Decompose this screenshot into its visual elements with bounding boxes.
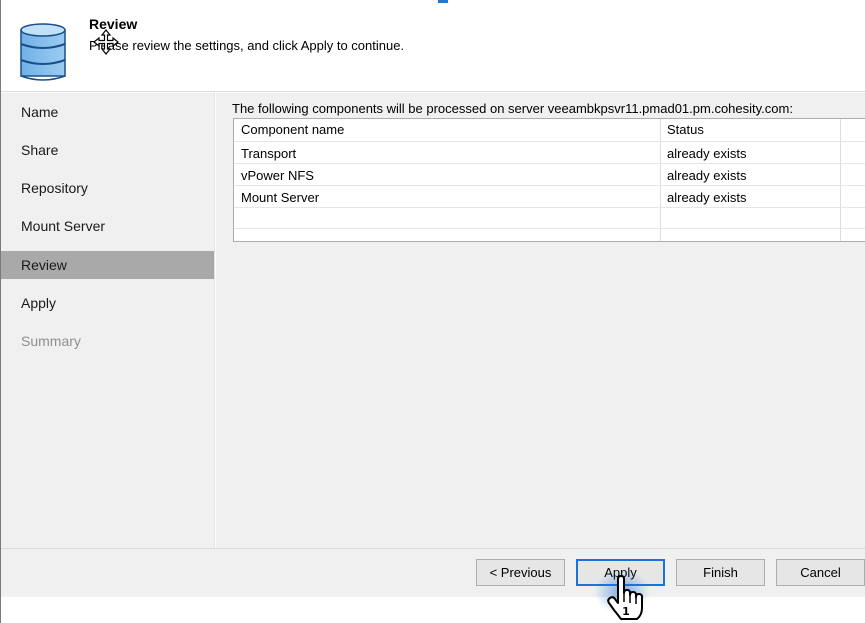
move-cursor-icon (93, 29, 119, 55)
sidebar-item-share[interactable]: Share (1, 136, 214, 164)
wizard-window: Review Please review the settings, and c… (0, 0, 865, 623)
sidebar-item-repository[interactable]: Repository (1, 174, 214, 202)
cancel-button[interactable]: Cancel (776, 559, 865, 586)
click-badge: 1 (622, 605, 630, 618)
table-cell-component: Mount Server (241, 190, 320, 205)
row-divider (234, 141, 865, 142)
table-cell-status: already exists (667, 146, 747, 161)
wizard-steps-sidebar: Name Share Repository Mount Server Revie… (1, 93, 215, 548)
database-icon (20, 23, 66, 81)
row-divider (234, 185, 865, 186)
wizard-footer: < Previous Apply Finish Cancel (1, 548, 865, 597)
sidebar-item-name[interactable]: Name (1, 98, 214, 126)
finish-button[interactable]: Finish (676, 559, 765, 586)
column-divider (660, 119, 661, 241)
column-header-component-name[interactable]: Component name (241, 122, 344, 137)
page-subtitle: Please review the settings, and click Ap… (89, 38, 405, 53)
table-cell-component: Transport (241, 146, 297, 161)
sidebar-item-summary: Summary (21, 333, 81, 349)
review-content: The following components will be process… (216, 93, 865, 548)
hand-pointer-icon: 1 (607, 575, 643, 620)
column-header-status[interactable]: Status (667, 122, 704, 137)
window-bottom-area (1, 597, 865, 623)
components-info-text: The following components will be process… (232, 101, 793, 116)
row-divider (234, 163, 865, 164)
row-divider (234, 228, 865, 229)
sidebar-item-review[interactable]: Review (1, 251, 214, 279)
table-cell-status: already exists (667, 190, 747, 205)
table-cell-status: already exists (667, 168, 747, 183)
sidebar-item-mount-server[interactable]: Mount Server (1, 212, 214, 240)
sidebar-item-apply[interactable]: Apply (1, 289, 214, 317)
wizard-header: Review Please review the settings, and c… (1, 0, 865, 92)
table-cell-component: vPower NFS (241, 168, 314, 183)
row-divider (234, 207, 865, 208)
column-divider (840, 119, 841, 241)
previous-button[interactable]: < Previous (476, 559, 565, 586)
components-table[interactable]: Component name Status Transport already … (233, 118, 865, 242)
title-bar-accent (438, 0, 448, 3)
